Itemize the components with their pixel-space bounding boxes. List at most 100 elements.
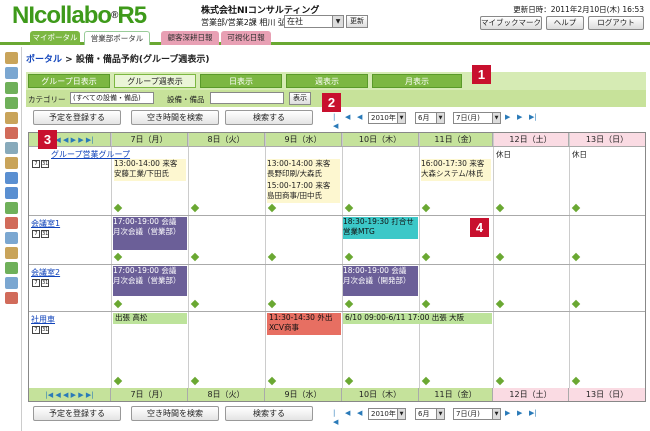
month-icon[interactable]: 31 (41, 326, 49, 334)
edit-icon[interactable] (495, 203, 505, 213)
resource-car-link[interactable]: 社用車 (31, 314, 55, 325)
register-button[interactable]: 予定を登録する (33, 110, 121, 125)
edit-icon[interactable] (344, 376, 354, 386)
refresh-button[interactable]: 更新 (346, 15, 368, 28)
mail-icon[interactable] (5, 67, 18, 79)
folder-icon[interactable] (5, 52, 18, 64)
search-icon[interactable] (5, 232, 18, 244)
edit-icon[interactable] (113, 376, 123, 386)
item-input[interactable] (210, 92, 284, 104)
event[interactable]: 18:00-19:00 会議 月次会議（開発部） (343, 266, 418, 296)
event[interactable]: 13:00-14:00 来客 長野印刷/大森氏 (267, 159, 340, 181)
last-icon[interactable]: ▶| (529, 113, 537, 122)
view-month[interactable]: 月表示 (372, 74, 462, 88)
view-day[interactable]: 日表示 (200, 74, 282, 88)
event[interactable]: 出張 高松 (113, 313, 187, 324)
month-icon[interactable]: 31 (41, 160, 49, 168)
first-icon[interactable]: |◀ (333, 113, 340, 130)
clock-icon[interactable] (5, 262, 18, 274)
bookshelf-icon[interactable] (5, 142, 18, 154)
month-select-bottom[interactable]: 6月 ▼ (415, 408, 445, 420)
event[interactable]: 6/10 09:00-6/11 17:00 出張 大阪 (343, 313, 492, 324)
edit-icon[interactable] (113, 299, 123, 309)
edit-icon[interactable] (190, 252, 200, 262)
edit-icon[interactable] (344, 299, 354, 309)
edit-icon[interactable] (571, 299, 581, 309)
bookmark-button[interactable]: マイブックマーク (480, 16, 542, 30)
location-select[interactable]: 在社 ▼ (284, 15, 344, 28)
tab-visual-report[interactable]: 可視化日報 (221, 31, 271, 45)
edit-icon[interactable] (190, 376, 200, 386)
event[interactable]: 17:00-19:00 会議 月次会議（営業部） (113, 266, 187, 296)
view-group-day[interactable]: グループ日表示 (28, 74, 110, 88)
show-button[interactable]: 表示 (289, 92, 311, 105)
edit-icon[interactable] (421, 376, 431, 386)
table-icon[interactable] (5, 97, 18, 109)
key-icon[interactable] (5, 247, 18, 259)
memo-icon[interactable] (5, 112, 18, 124)
next-day-icon[interactable]: ▶ (505, 409, 512, 418)
event[interactable]: 15:00-17:00 来客 島田商事/田中氏 (267, 181, 340, 203)
user-group-icon[interactable] (5, 292, 18, 304)
register-button-bottom[interactable]: 予定を登録する (33, 406, 121, 421)
edit-icon[interactable] (344, 252, 354, 262)
first-icon[interactable]: |◀ (333, 409, 340, 426)
help-button[interactable]: ヘルプ (546, 16, 584, 30)
tree-icon[interactable] (5, 277, 18, 289)
edit-icon[interactable] (267, 203, 277, 213)
edit-icon[interactable] (421, 252, 431, 262)
edit-icon[interactable] (495, 252, 505, 262)
resource-room2-link[interactable]: 会議室2 (31, 267, 60, 278)
edit-icon[interactable] (190, 203, 200, 213)
next-day-icon[interactable]: ▶ (505, 113, 512, 122)
tab-sales-portal[interactable]: 営業部ポータル (84, 31, 150, 45)
category-select[interactable]: (すべての設備・備品) (70, 92, 154, 104)
week-icon[interactable]: 7 (32, 279, 40, 287)
file-icon[interactable] (5, 157, 18, 169)
prev-day-icon[interactable]: ◀ (357, 409, 364, 418)
edit-icon[interactable] (267, 376, 277, 386)
people-icon[interactable] (5, 172, 18, 184)
day-select-bottom[interactable]: 7日(月) ▼ (453, 408, 501, 420)
edit-icon[interactable] (113, 203, 123, 213)
edit-icon[interactable] (344, 203, 354, 213)
tab-my-portal[interactable]: マイポータル (30, 31, 80, 45)
event[interactable]: 18:30-19:30 打合せ 営業MTG (343, 217, 418, 239)
breadcrumb-portal-link[interactable]: ポータル (26, 55, 62, 65)
last-icon[interactable]: ▶| (529, 409, 537, 418)
event[interactable]: 16:00-17:30 来客 大森システム/林氏 (421, 159, 491, 181)
day-select[interactable]: 7日(月) ▼ (453, 112, 501, 124)
event[interactable]: 13:00-14:00 来客 安藤工業/下田氏 (114, 159, 186, 181)
chart-icon[interactable] (5, 202, 18, 214)
edit-icon[interactable] (113, 252, 123, 262)
edit-icon[interactable] (267, 299, 277, 309)
prev-day-icon[interactable]: ◀ (357, 113, 364, 122)
document-icon[interactable] (5, 217, 18, 229)
tab-customer-report[interactable]: 顧客深耕日報 (161, 31, 219, 45)
next-week-icon[interactable]: ▶ (517, 113, 524, 122)
edit-icon[interactable] (495, 376, 505, 386)
book-icon[interactable] (5, 187, 18, 199)
year-select[interactable]: 2010年 ▼ (368, 112, 406, 124)
week-icon[interactable]: 7 (32, 160, 40, 168)
edit-icon[interactable] (421, 299, 431, 309)
event[interactable]: 11:30-14:30 外出 XCV商事 (267, 313, 341, 335)
month-icon[interactable]: 31 (41, 230, 49, 238)
free-time-search-button[interactable]: 空き時間を検索 (131, 110, 219, 125)
view-group-week[interactable]: グループ週表示 (114, 74, 196, 88)
prev-week-icon[interactable]: ◀ (345, 409, 352, 418)
logout-button[interactable]: ログアウト (588, 16, 644, 30)
month-select[interactable]: 6月 ▼ (415, 112, 445, 124)
week-icon[interactable]: 7 (32, 326, 40, 334)
edit-icon[interactable] (495, 299, 505, 309)
prev-week-icon[interactable]: ◀ (345, 113, 352, 122)
edit-icon[interactable] (267, 252, 277, 262)
year-select-bottom[interactable]: 2010年 ▼ (368, 408, 406, 420)
edit-icon[interactable] (571, 252, 581, 262)
resource-room1-link[interactable]: 会議室1 (31, 218, 60, 229)
edit-icon[interactable] (571, 376, 581, 386)
edit-icon[interactable] (571, 203, 581, 213)
next-week-icon[interactable]: ▶ (517, 409, 524, 418)
week-icon[interactable]: 7 (32, 230, 40, 238)
check-icon[interactable] (5, 127, 18, 139)
